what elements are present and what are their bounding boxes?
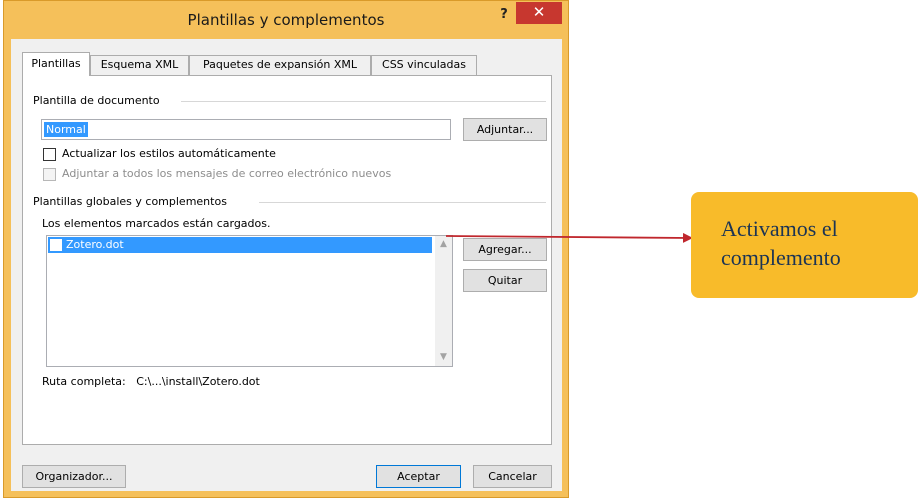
ok-button[interactable]: Aceptar (376, 465, 461, 488)
remove-button[interactable]: Quitar (463, 269, 547, 292)
add-button[interactable]: Agregar... (463, 238, 547, 261)
help-button[interactable]: ? (495, 7, 513, 25)
title-bar[interactable]: Plantillas y complementos ? ✕ (4, 1, 568, 39)
dialog-client-area: Plantillas Esquema XML Paquetes de expan… (11, 39, 562, 491)
auto-update-styles-option[interactable]: Actualizar los estilos automáticamente (43, 147, 276, 161)
dialog-title: Plantillas y complementos (187, 11, 385, 29)
loaded-items-caption: Los elementos marcados están cargados. (42, 217, 271, 230)
group-divider (181, 101, 546, 102)
group-divider (259, 202, 546, 203)
callout-text: Activamos el complemento (721, 214, 841, 272)
global-templates-list[interactable]: Zotero.dot ▲ ▼ (46, 235, 453, 367)
scroll-up-icon[interactable]: ▲ (435, 236, 452, 253)
document-template-value: Normal (44, 122, 88, 137)
list-scrollbar[interactable]: ▲ ▼ (435, 236, 452, 366)
tab-plantillas[interactable]: Plantillas (22, 52, 90, 76)
list-item-label: Zotero.dot (66, 238, 124, 251)
auto-update-styles-label: Actualizar los estilos automáticamente (62, 147, 276, 160)
cancel-button[interactable]: Cancelar (473, 465, 552, 488)
document-template-group-label: Plantilla de documento (33, 94, 160, 107)
scroll-down-icon[interactable]: ▼ (435, 349, 452, 366)
close-button[interactable]: ✕ (516, 2, 562, 24)
full-path-row: Ruta completa: C:\...\install\Zotero.dot (42, 375, 260, 388)
tab-css-vinculadas[interactable]: CSS vinculadas (371, 55, 477, 75)
full-path-value: C:\...\install\Zotero.dot (136, 375, 260, 388)
global-templates-group-label: Plantillas globales y complementos (33, 195, 227, 208)
tab-paquetes-expansion-xml[interactable]: Paquetes de expansión XML (189, 55, 371, 75)
close-icon: ✕ (532, 3, 546, 21)
attach-all-mail-label: Adjuntar a todos los mensajes de correo … (62, 167, 392, 180)
document-template-input[interactable]: Normal (41, 119, 451, 140)
callout-line-1: Activamos el (721, 216, 838, 241)
dialog-window: Plantillas y complementos ? ✕ Plantillas… (3, 0, 569, 498)
callout-box: Activamos el complemento (691, 192, 918, 298)
organizer-button[interactable]: Organizador... (22, 465, 126, 488)
attach-all-mail-checkbox (43, 167, 56, 181)
list-item[interactable]: Zotero.dot (48, 237, 432, 253)
callout-line-2: complemento (721, 245, 841, 270)
attach-all-mail-option: Adjuntar a todos los mensajes de correo … (43, 167, 391, 181)
full-path-label: Ruta completa: (42, 375, 126, 388)
zotero-checkbox[interactable] (50, 239, 62, 251)
auto-update-styles-checkbox[interactable] (43, 147, 56, 161)
tab-esquema-xml[interactable]: Esquema XML (90, 55, 189, 75)
attach-button[interactable]: Adjuntar... (463, 118, 547, 141)
